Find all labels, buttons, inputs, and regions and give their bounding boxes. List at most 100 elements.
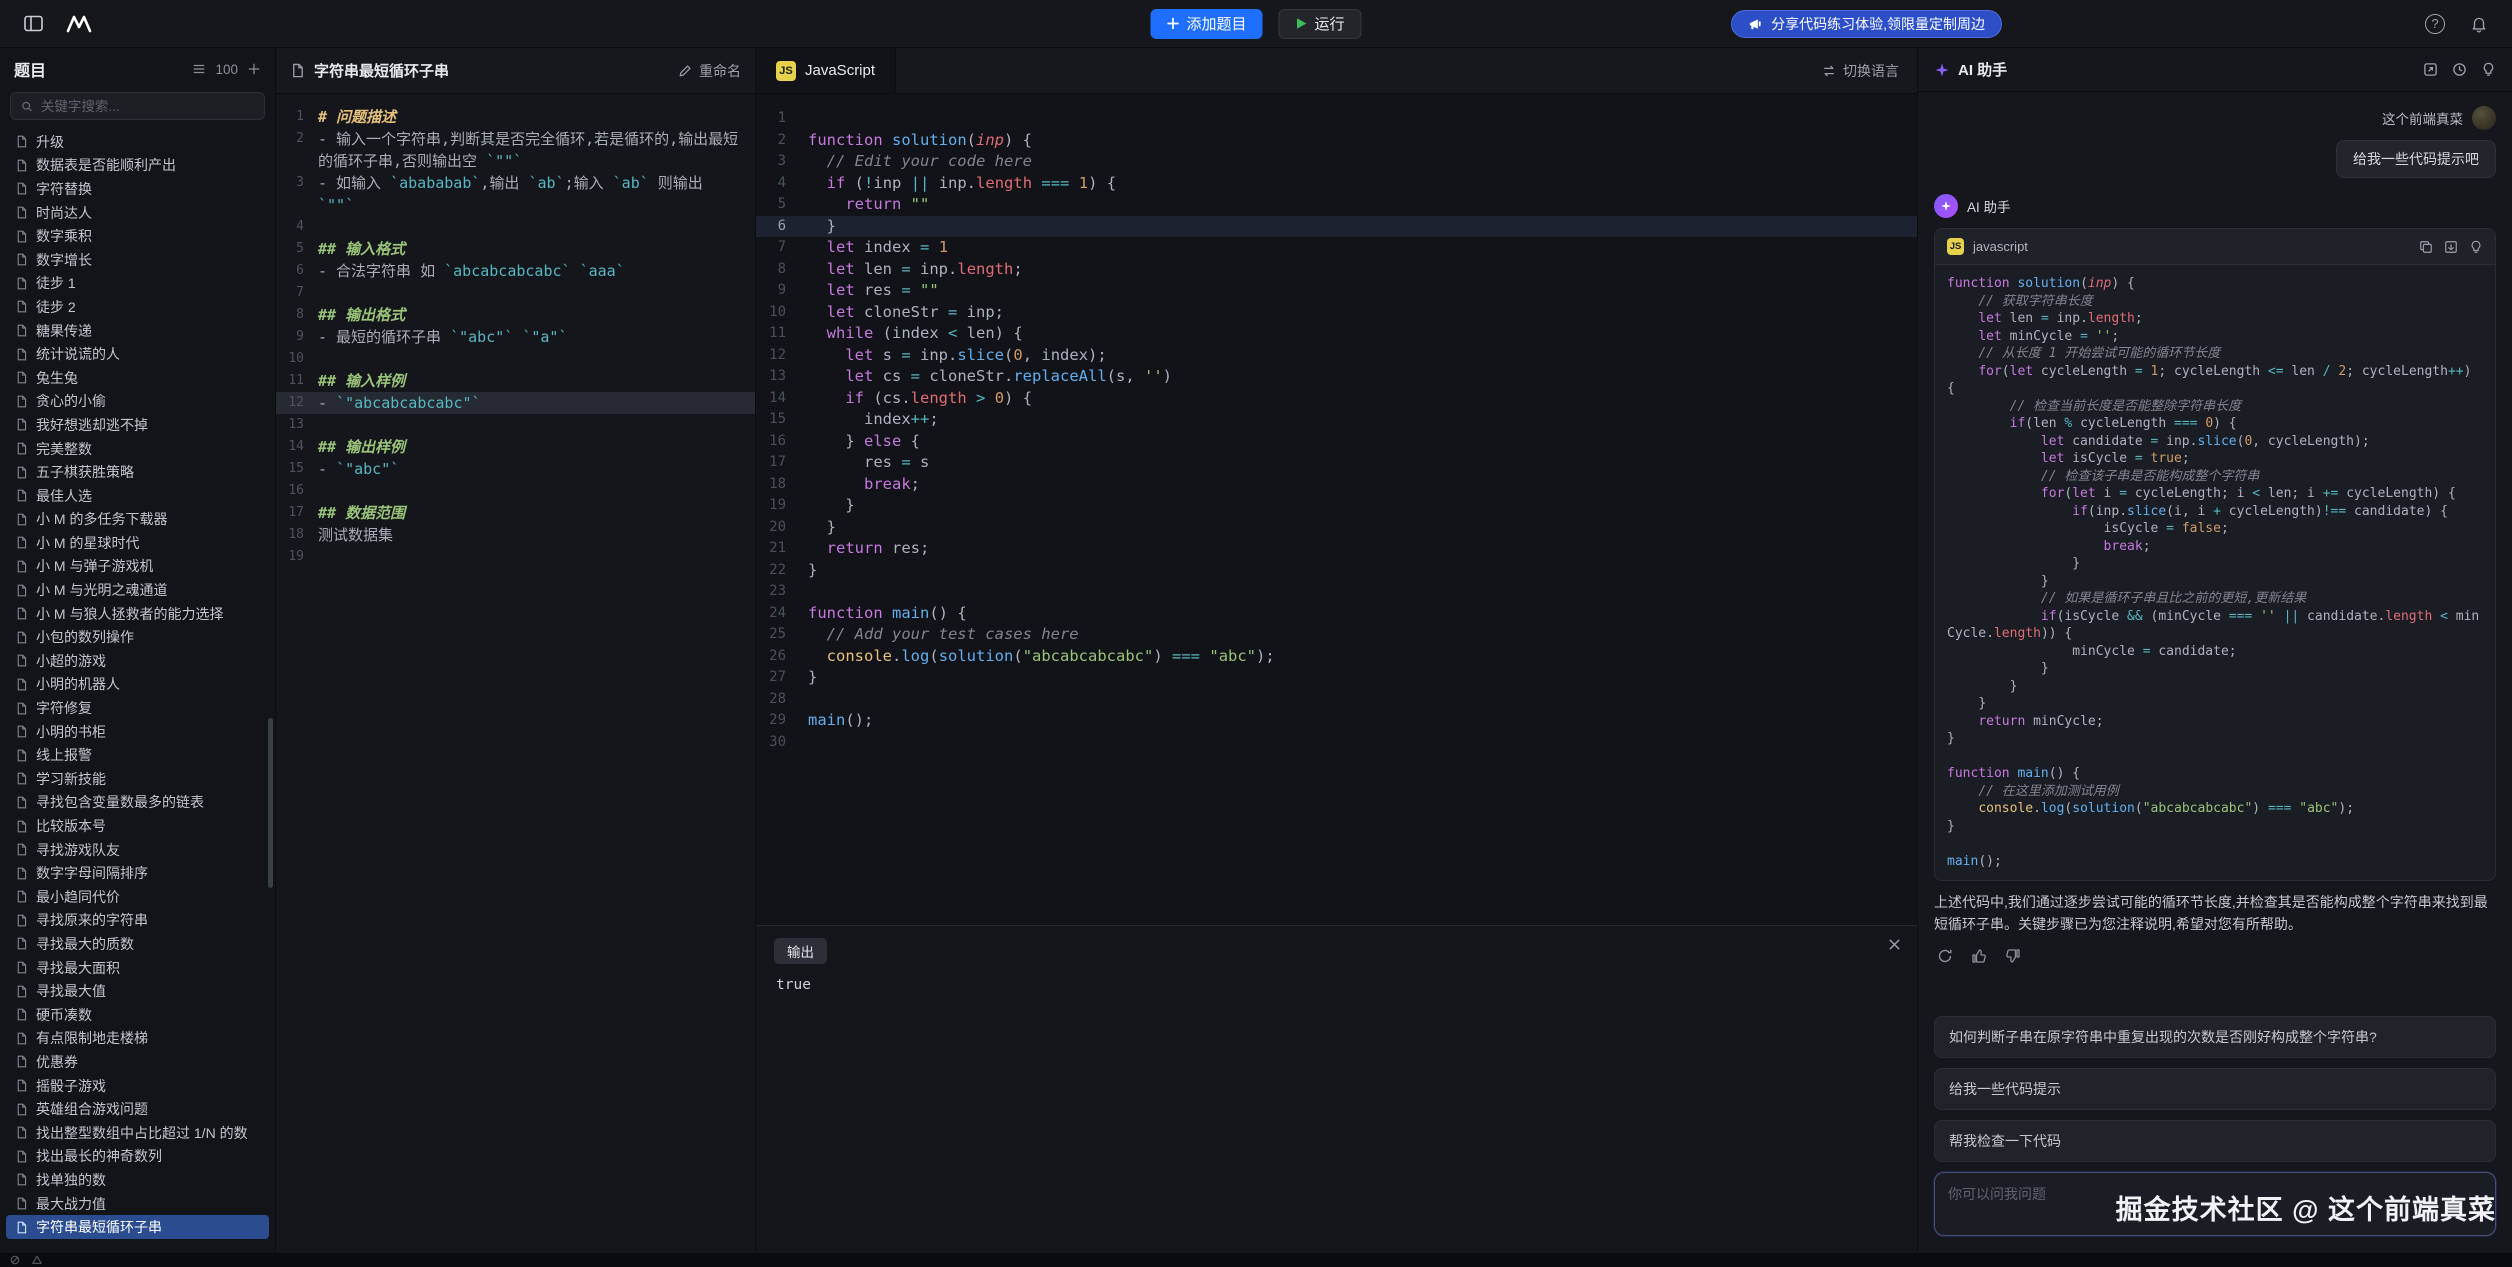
sidebar-item[interactable]: 比较版本号 xyxy=(6,814,269,838)
problem-line[interactable]: 12- `"abcabcabcabc"` xyxy=(276,392,755,414)
thumbs-down-icon[interactable] xyxy=(2002,945,2024,967)
sidebar-item[interactable]: 完美整数 xyxy=(6,437,269,461)
code-line[interactable]: 28 xyxy=(756,689,1917,711)
sidebar-item[interactable]: 数字乘积 xyxy=(6,224,269,248)
suggestion-button[interactable]: 如何判断子串在原字符串中重复出现的次数是否刚好构成整个字符串? xyxy=(1934,1016,2496,1058)
regenerate-icon[interactable] xyxy=(1934,945,1956,967)
close-output-icon[interactable] xyxy=(1888,938,1901,951)
run-button[interactable]: 运行 xyxy=(1279,9,1362,39)
tab-javascript[interactable]: JS JavaScript xyxy=(756,48,896,93)
sidebar-item[interactable]: 寻找原来的字符串 xyxy=(6,909,269,933)
code-line[interactable]: 23 xyxy=(756,581,1917,603)
sidebar-item[interactable]: 徒步 2 xyxy=(6,295,269,319)
search-box[interactable] xyxy=(10,92,265,120)
ai-question-input[interactable] xyxy=(1934,1172,2496,1236)
sidebar-item[interactable]: 小 M 与弹子游戏机 xyxy=(6,555,269,579)
search-input[interactable] xyxy=(41,99,254,114)
code-line[interactable]: 26 console.log(solution("abcabcabcabc") … xyxy=(756,646,1917,668)
problem-line[interactable]: 8## 输出格式 xyxy=(276,304,755,326)
problem-line[interactable]: 10 xyxy=(276,348,755,370)
sidebar-item[interactable]: 寻找最大值 xyxy=(6,979,269,1003)
sidebar-item[interactable]: 寻找最大面积 xyxy=(6,956,269,980)
sidebar-item[interactable]: 兔生兔 xyxy=(6,366,269,390)
problem-line[interactable]: 3- 如输入 `abababab`,输出 `ab`;输入 `ab` 则输出 `"… xyxy=(276,172,755,216)
problem-line[interactable]: 17## 数据范围 xyxy=(276,502,755,524)
sidebar-item[interactable]: 统计说谎的人 xyxy=(6,342,269,366)
sidebar-item[interactable]: 字符替换 xyxy=(6,177,269,201)
code-line[interactable]: 22} xyxy=(756,560,1917,582)
problem-line[interactable]: 16 xyxy=(276,480,755,502)
sidebar-item[interactable]: 硬币凑数 xyxy=(6,1003,269,1027)
code-line[interactable]: 15 index++; xyxy=(756,409,1917,431)
sidebar-item[interactable]: 小包的数列操作 xyxy=(6,625,269,649)
sidebar-scrollbar[interactable] xyxy=(268,718,273,888)
problem-line[interactable]: 11## 输入样例 xyxy=(276,370,755,392)
code-line[interactable]: 4 if (!inp || inp.length === 1) { xyxy=(756,173,1917,195)
sidebar-item[interactable]: 数字字母间隔排序 xyxy=(6,861,269,885)
code-line[interactable]: 10 let cloneStr = inp; xyxy=(756,302,1917,324)
sidebar-item[interactable]: 小 M 与光明之魂通道 xyxy=(6,578,269,602)
code-editor[interactable]: 12function solution(inp) {3 // Edit your… xyxy=(756,94,1917,925)
sidebar-item[interactable]: 小 M 与狼人拯救者的能力选择 xyxy=(6,602,269,626)
sidebar-item[interactable]: 最佳人选 xyxy=(6,484,269,508)
sidebar-item[interactable]: 优惠券 xyxy=(6,1050,269,1074)
code-line[interactable]: 11 while (index < len) { xyxy=(756,323,1917,345)
code-line[interactable]: 16 } else { xyxy=(756,431,1917,453)
sidebar-item[interactable]: 寻找最大的质数 xyxy=(6,932,269,956)
sidebar-item[interactable]: 小 M 的星球时代 xyxy=(6,531,269,555)
problem-line[interactable]: 2- 输入一个字符串,判断其是否完全循环,若是循环的,输出最短的循环子串,否则输… xyxy=(276,128,755,172)
sidebar-item[interactable]: 字符串最短循环子串 xyxy=(6,1215,269,1239)
apply-icon[interactable] xyxy=(2469,240,2483,254)
code-line[interactable]: 2function solution(inp) { xyxy=(756,130,1917,152)
sidebar-item[interactable]: 最小趋同代价 xyxy=(6,885,269,909)
code-line[interactable]: 24function main() { xyxy=(756,603,1917,625)
code-line[interactable]: 19 } xyxy=(756,495,1917,517)
problem-line[interactable]: 15- `"abc"` xyxy=(276,458,755,480)
add-icon[interactable] xyxy=(247,62,261,76)
help-icon[interactable]: ? xyxy=(2420,9,2450,39)
rename-button[interactable]: 重命名 xyxy=(678,61,741,81)
sidebar-item[interactable]: 摇骰子游戏 xyxy=(6,1074,269,1098)
sidebar-item[interactable]: 学习新技能 xyxy=(6,767,269,791)
sidebar-item[interactable]: 小明的书柜 xyxy=(6,720,269,744)
app-logo[interactable] xyxy=(64,9,94,39)
copy-icon[interactable] xyxy=(2419,240,2433,254)
sidebar-item[interactable]: 时尚达人 xyxy=(6,201,269,225)
switch-language-button[interactable]: 切换语言 xyxy=(1822,48,1917,93)
problem-line[interactable]: 5## 输入格式 xyxy=(276,238,755,260)
code-line[interactable]: 1 xyxy=(756,108,1917,130)
problem-line[interactable]: 19 xyxy=(276,546,755,568)
problem-line[interactable]: 14## 输出样例 xyxy=(276,436,755,458)
sidebar-item[interactable]: 寻找包含变量数最多的链表 xyxy=(6,791,269,815)
code-line[interactable]: 12 let s = inp.slice(0, index); xyxy=(756,345,1917,367)
expand-icon[interactable] xyxy=(2423,62,2438,77)
sidebar-item[interactable]: 最大战力值 xyxy=(6,1192,269,1216)
promo-banner[interactable]: 分享代码练习体验,领限量定制周边 xyxy=(1731,10,2002,38)
code-line[interactable]: 27} xyxy=(756,667,1917,689)
sidebar-item[interactable]: 找出最长的神奇数列 xyxy=(6,1145,269,1169)
add-problem-button[interactable]: 添加题目 xyxy=(1150,9,1262,39)
code-line[interactable]: 8 let len = inp.length; xyxy=(756,259,1917,281)
sidebar-item[interactable]: 找出整型数组中占比超过 1/N 的数 xyxy=(6,1121,269,1145)
history-icon[interactable] xyxy=(2452,62,2467,77)
code-line[interactable]: 5 return "" xyxy=(756,194,1917,216)
list-icon[interactable] xyxy=(192,62,206,76)
code-line[interactable]: 21 return res; xyxy=(756,538,1917,560)
sidebar-item[interactable]: 贪心的小偷 xyxy=(6,390,269,414)
thumbs-up-icon[interactable] xyxy=(1968,945,1990,967)
problem-line[interactable]: 9- 最短的循环子串 `"abc"` `"a"` xyxy=(276,326,755,348)
code-line[interactable]: 6 } xyxy=(756,216,1917,238)
code-line[interactable]: 3 // Edit your code here xyxy=(756,151,1917,173)
sidebar-item[interactable]: 寻找游戏队友 xyxy=(6,838,269,862)
sidebar-item[interactable]: 英雄组合游戏问题 xyxy=(6,1097,269,1121)
problem-line[interactable]: 4 xyxy=(276,216,755,238)
sidebar-item[interactable]: 数据表是否能顺利产出 xyxy=(6,154,269,178)
code-line[interactable]: 20 } xyxy=(756,517,1917,539)
sidebar-item[interactable]: 有点限制地走楼梯 xyxy=(6,1027,269,1051)
sidebar-item[interactable]: 数字增长 xyxy=(6,248,269,272)
sidebar-item[interactable]: 五子棋获胜策略 xyxy=(6,460,269,484)
code-line[interactable]: 30 xyxy=(756,732,1917,754)
code-line[interactable]: 25 // Add your test cases here xyxy=(756,624,1917,646)
sidebar-item[interactable]: 升级 xyxy=(6,130,269,154)
problem-line[interactable]: 1# 问题描述 xyxy=(276,106,755,128)
